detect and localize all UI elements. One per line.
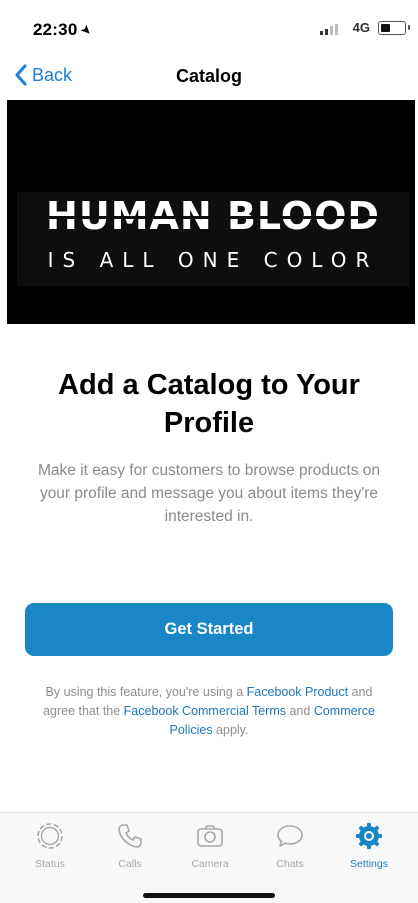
navigation-bar: Back Catalog — [0, 52, 418, 100]
get-started-button[interactable]: Get Started — [25, 603, 393, 656]
tab-status-label: Status — [35, 858, 65, 870]
page-title: Catalog — [175, 66, 242, 86]
status-bar: 22:30➤ 4G — [0, 0, 418, 52]
catalog-headline: Add a Catalog to Your Profile — [58, 369, 360, 439]
banner-line-2: IS ALL ONE COLOR — [47, 248, 379, 272]
tab-camera-label: Camera — [191, 858, 229, 870]
catalog-banner-image: HUMAN BLOOD IS ALL ONE COLOR — [7, 100, 415, 324]
signal-strength-icon — [320, 24, 338, 35]
gear-icon — [356, 823, 382, 849]
logo-slice-decoration — [21, 216, 405, 219]
camera-icon — [197, 825, 223, 847]
legal-text-4: apply. — [212, 723, 249, 737]
location-arrow-icon: ➤ — [77, 20, 97, 40]
tab-bar: Status Calls Camera Chats Settings — [0, 812, 418, 903]
tab-chats-label: Chats — [276, 858, 304, 870]
home-indicator — [143, 893, 275, 898]
status-icon — [37, 823, 63, 849]
legal-text-1: By using this feature, you're using a — [45, 685, 247, 699]
tab-settings[interactable]: Settings — [337, 821, 401, 870]
time-text: 22:30 — [33, 20, 78, 39]
chat-bubble-icon — [277, 825, 303, 847]
tab-settings-label: Settings — [350, 858, 388, 870]
tab-chats[interactable]: Chats — [258, 821, 322, 870]
tab-calls-label: Calls — [118, 858, 142, 870]
network-type: 4G — [352, 20, 370, 35]
battery-icon — [378, 21, 410, 35]
facebook-commercial-terms-link[interactable]: Facebook Commercial Terms — [124, 704, 286, 718]
tab-status[interactable]: Status — [18, 821, 82, 870]
tab-camera[interactable]: Camera — [178, 821, 242, 870]
legal-notice: By using this feature, you're using a Fa… — [28, 683, 390, 740]
tab-calls[interactable]: Calls — [98, 821, 162, 870]
catalog-description: Make it easy for customers to browse pro… — [37, 462, 380, 525]
status-time: 22:30➤ — [33, 20, 96, 40]
facebook-product-link[interactable]: Facebook Product — [247, 685, 348, 699]
phone-icon — [118, 824, 142, 848]
get-started-label: Get Started — [164, 620, 254, 638]
legal-text-3: and — [286, 704, 314, 718]
banner-logo: HUMAN BLOOD IS ALL ONE COLOR — [17, 192, 409, 286]
